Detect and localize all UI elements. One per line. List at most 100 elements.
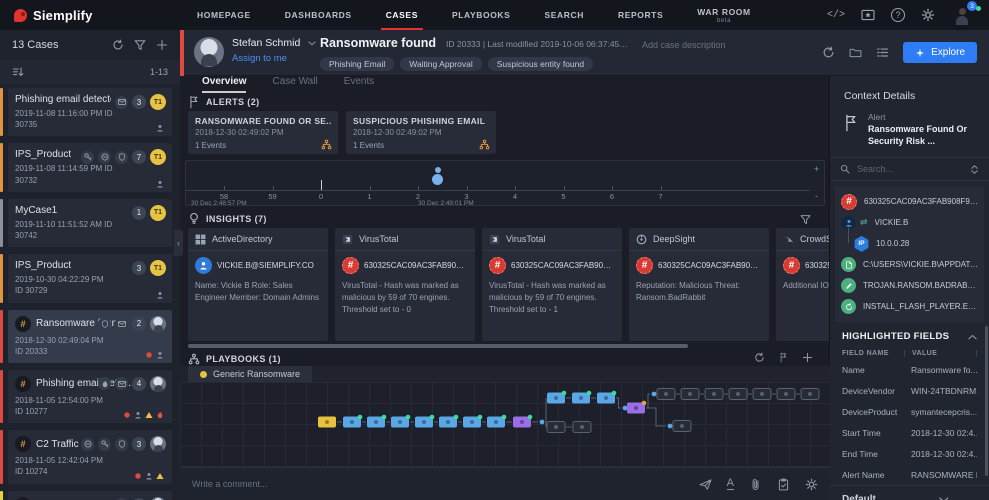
case-assignee-avatar[interactable] xyxy=(150,376,166,392)
case-assignee-avatar[interactable]: T1 xyxy=(150,149,166,165)
help-icon[interactable]: ? xyxy=(891,8,905,22)
case-list-item[interactable]: #Ransomware found2018-12-30 02:49:04 PM … xyxy=(0,310,180,363)
entity-row[interactable]: TROJAN.RANSOM.BADRABBIT xyxy=(841,275,978,296)
insight-entity-row[interactable]: VICKIE.B@SIEMPLIFY.CO xyxy=(188,251,328,276)
task-icon[interactable] xyxy=(777,478,790,491)
insight-entity-row[interactable]: #630325CAC09AC3FAB908F903E3... xyxy=(776,251,829,276)
shield-icon[interactable] xyxy=(98,317,111,330)
playbook-node[interactable] xyxy=(367,415,386,428)
alert-card[interactable]: RANSOMWARE FOUND OR SE... 2018-12-30 02:… xyxy=(188,111,338,154)
key-icon[interactable] xyxy=(81,151,94,164)
tab-case-wall[interactable]: Case Wall xyxy=(272,76,317,93)
assignee-avatar[interactable] xyxy=(194,37,224,67)
vertical-scrollbar[interactable] xyxy=(985,326,988,476)
case-list-item[interactable]: IPS_Product2019-11-08 11:14:59 PM ID 307… xyxy=(0,143,180,191)
insights-filter-icon[interactable] xyxy=(800,214,811,225)
send-icon[interactable] xyxy=(699,478,712,491)
fire-icon[interactable] xyxy=(98,377,111,390)
sort-cases-icon[interactable] xyxy=(12,66,24,78)
playbook-node[interactable] xyxy=(463,415,482,428)
case-card[interactable]: DLP2018-11-05 02:09:40 PM ID 102831 xyxy=(8,491,172,500)
add-playbook-icon[interactable] xyxy=(802,352,813,363)
chevron-down-icon[interactable] xyxy=(308,41,316,46)
ide-icon[interactable]: </> xyxy=(827,10,845,21)
highlighted-fields-header[interactable]: HIGHLIGHTED FIELDS xyxy=(830,322,989,348)
case-assignee-avatar[interactable]: T1 xyxy=(150,260,166,276)
playbook-node[interactable] xyxy=(487,415,506,428)
case-tag[interactable]: Waiting Approval xyxy=(400,57,481,71)
insight-entity-row[interactable]: #630325CAC09AC3FAB908F903E3... xyxy=(629,251,769,276)
case-card[interactable]: Phishing email detector2019-11-08 11:16:… xyxy=(8,88,172,136)
playbook-node[interactable] xyxy=(777,389,795,400)
case-list-item[interactable]: MyCase12019-11-10 11:51:52 AM ID 307421T… xyxy=(0,199,180,247)
settings-gear-icon[interactable] xyxy=(921,8,935,22)
playbook-node[interactable] xyxy=(705,389,723,400)
timeline-zoom-in-button[interactable]: + xyxy=(812,165,821,174)
nav-item-war-room[interactable]: WAR ROOMbeta xyxy=(680,0,767,30)
insight-entity-row[interactable]: #630325CAC09AC3FAB908F903E3... xyxy=(335,251,475,276)
context-section-default[interactable]: Default xyxy=(830,485,989,500)
case-card[interactable]: #Phishing email detec...2018-11-05 12:54… xyxy=(8,370,172,423)
case-card[interactable]: IPS_Product2019-11-08 11:14:59 PM ID 307… xyxy=(8,143,172,191)
case-tag[interactable]: Phishing Email xyxy=(320,57,394,71)
playbook-node[interactable] xyxy=(753,389,771,400)
playbook-node[interactable] xyxy=(627,401,646,414)
brand[interactable]: Siemplify xyxy=(0,8,180,23)
case-assignee-avatar[interactable]: T1 xyxy=(150,94,166,110)
case-list-item[interactable]: #Phishing email detec...2018-11-05 12:54… xyxy=(0,370,180,423)
insight-entity-row[interactable]: #630325CAC09AC3FAB908F903E3... xyxy=(482,251,622,276)
case-list-item[interactable]: #C2 Traffic2018-11-05 12:42:04 PM ID 102… xyxy=(0,430,180,483)
playbook-node[interactable] xyxy=(318,417,336,428)
playbook-node[interactable] xyxy=(513,415,532,428)
entity-row[interactable]: C:\USERS\VICKIE.B\APPDATA\LO... xyxy=(841,254,978,275)
case-assignee-avatar[interactable] xyxy=(150,436,166,452)
insight-card[interactable]: CrowdStrike#630325CAC09AC3FAB908F903E3..… xyxy=(776,228,829,341)
playbook-flag-icon[interactable] xyxy=(778,352,789,363)
case-assignee-avatar[interactable] xyxy=(150,497,166,500)
comment-settings-icon[interactable] xyxy=(805,478,818,491)
envelope-icon[interactable] xyxy=(115,317,128,330)
tab-overview[interactable]: Overview xyxy=(202,76,246,93)
playbook-node[interactable] xyxy=(657,389,675,400)
playbook-node[interactable] xyxy=(729,389,747,400)
playbook-node[interactable] xyxy=(439,415,458,428)
collapse-all-icon[interactable] xyxy=(970,164,979,175)
tab-events[interactable]: Events xyxy=(344,76,375,93)
refresh-case-icon[interactable] xyxy=(822,46,835,59)
insight-card[interactable]: ActiveDirectoryVICKIE.B@SIEMPLIFY.COName… xyxy=(188,228,328,341)
assign-to-me-link[interactable]: Assign to me xyxy=(232,53,316,64)
case-card[interactable]: #Ransomware found2018-12-30 02:49:04 PM … xyxy=(8,310,172,363)
add-case-icon[interactable] xyxy=(156,39,168,51)
nav-item-reports[interactable]: REPORTS xyxy=(601,0,680,30)
user-avatar[interactable]: 3 xyxy=(951,4,973,26)
insight-card[interactable]: DeepSight#630325CAC09AC3FAB908F903E3...R… xyxy=(629,228,769,341)
entity-row[interactable]: #630325CAC09AC3FAB908F903E... xyxy=(841,191,978,212)
playbook-node[interactable] xyxy=(547,422,565,433)
envelope-icon[interactable] xyxy=(115,377,128,390)
case-assignee-avatar[interactable] xyxy=(150,316,166,332)
shield-icon[interactable] xyxy=(115,438,128,451)
playbook-node[interactable] xyxy=(343,415,362,428)
case-tag[interactable]: Suspicious entity found xyxy=(488,57,593,71)
playbook-node[interactable] xyxy=(573,422,591,433)
entity-row[interactable]: IP10.0.0.28 xyxy=(841,233,978,254)
insight-card[interactable]: VirusTotal#630325CAC09AC3FAB908F903E3...… xyxy=(335,228,475,341)
nav-item-playbooks[interactable]: PLAYBOOKS xyxy=(435,0,527,30)
case-card[interactable]: MyCase12019-11-10 11:51:52 AM ID 307421T… xyxy=(8,199,172,247)
playbook-node[interactable] xyxy=(547,391,566,404)
entity-row[interactable]: ⇌VICKIE.B xyxy=(841,212,978,233)
alert-card[interactable]: SUSPICIOUS PHISHING EMAIL 2018-12-30 02:… xyxy=(346,111,496,154)
playbook-node[interactable] xyxy=(415,415,434,428)
case-list-item[interactable]: Phishing email detector2019-11-08 11:16:… xyxy=(0,88,180,136)
whats-new-icon[interactable] xyxy=(861,8,875,22)
text-format-icon[interactable]: A xyxy=(727,478,734,490)
case-assignee-avatar[interactable]: T1 xyxy=(150,205,166,221)
playbook-graph[interactable] xyxy=(180,382,830,467)
playbook-node[interactable] xyxy=(673,421,691,432)
timeline-zoom-out-button[interactable]: - xyxy=(812,192,821,201)
playbook-node[interactable] xyxy=(597,391,616,404)
case-description-placeholder[interactable]: Add case description xyxy=(642,40,726,50)
comment-input[interactable]: Write a comment... xyxy=(192,479,699,489)
timeline-event-dot[interactable] xyxy=(432,174,443,185)
refresh-cases-icon[interactable] xyxy=(112,39,124,51)
